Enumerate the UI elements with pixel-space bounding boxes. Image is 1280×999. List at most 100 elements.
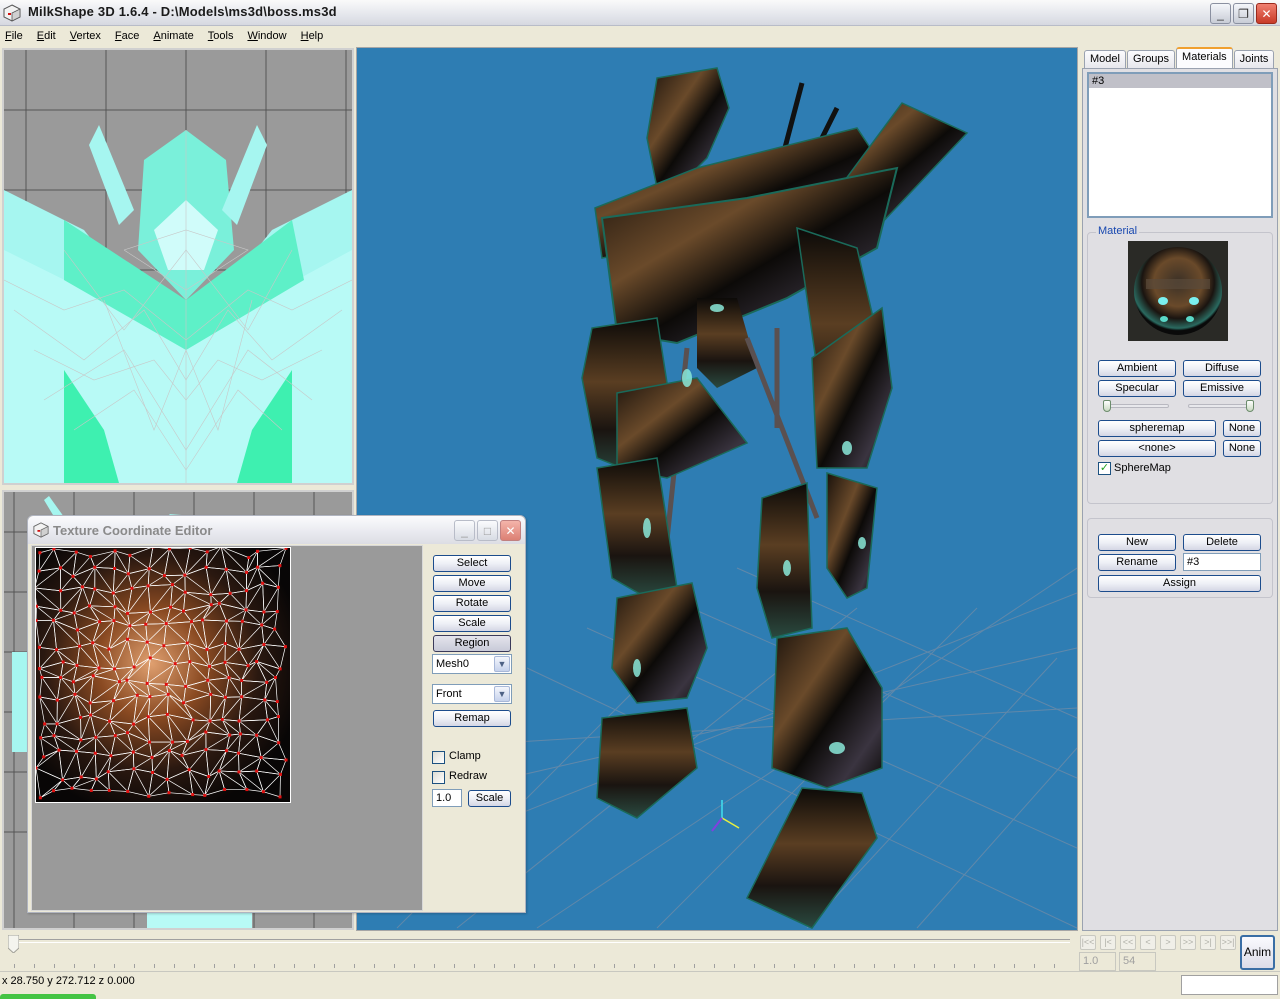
chevron-down-icon[interactable]: ▼: [494, 686, 510, 702]
timeline-tick: [54, 964, 55, 968]
right-panel: Model Groups Materials Joints #3 Materia…: [1080, 47, 1280, 932]
close-button[interactable]: ✕: [1256, 3, 1277, 24]
first-frame-button[interactable]: |<<: [1080, 935, 1096, 950]
remap-button[interactable]: Remap: [433, 710, 511, 727]
timeline-tick: [94, 964, 95, 968]
assign-material-button[interactable]: Assign: [1098, 575, 1261, 592]
chevron-down-icon[interactable]: ▼: [494, 656, 510, 672]
timeline-tick: [854, 964, 855, 968]
transparency-slider-thumb[interactable]: [1246, 400, 1254, 412]
timeline-tick: [74, 964, 75, 968]
specular-button[interactable]: Specular: [1098, 380, 1176, 397]
uv-rotate-button[interactable]: Rotate: [433, 595, 511, 612]
tce-title: Texture Coordinate Editor: [53, 523, 212, 538]
timeline-tick: [1014, 964, 1015, 968]
timeline-tick: [14, 964, 15, 968]
timeline-tick: [574, 964, 575, 968]
menu-help[interactable]: Help: [301, 30, 324, 42]
prev-key-button[interactable]: |<: [1100, 935, 1116, 950]
scale-value-input[interactable]: 1.0: [432, 789, 462, 807]
tab-joints[interactable]: Joints: [1234, 50, 1275, 69]
redraw-checkbox[interactable]: [432, 771, 445, 784]
material-preview-sphere: [1128, 241, 1228, 341]
timeline-tick: [314, 964, 315, 968]
spheremap-checkbox[interactable]: ✓: [1098, 462, 1111, 475]
new-material-button[interactable]: New: [1098, 534, 1176, 551]
delete-material-button[interactable]: Delete: [1183, 534, 1261, 551]
uv-texture-map[interactable]: [35, 547, 291, 803]
current-frame-field[interactable]: 1.0: [1079, 952, 1116, 971]
minimize-icon: _: [461, 524, 468, 538]
restore-icon: ❐: [1238, 7, 1249, 21]
shininess-slider-track[interactable]: [1103, 404, 1169, 408]
axis-gizmo: [712, 800, 739, 831]
menu-animate[interactable]: Animate: [153, 30, 193, 42]
timeline-slider-thumb[interactable]: [8, 935, 19, 953]
alpha-none-button[interactable]: None: [1223, 440, 1261, 457]
animation-timeline: |<< |< << < > >> >| >>| 1.0 54 Anim: [0, 931, 1280, 971]
material-group-label: Material: [1096, 225, 1139, 237]
window-title: MilkShape 3D 1.6.4 - D:\Models\ms3d\boss…: [28, 4, 337, 19]
menu-vertex[interactable]: Vertex: [70, 30, 101, 42]
menu-face[interactable]: Face: [115, 30, 139, 42]
tab-model[interactable]: Model: [1084, 50, 1126, 69]
next-key-button[interactable]: >|: [1200, 935, 1216, 950]
taskbar-start-edge: [0, 994, 96, 999]
tce-title-bar[interactable]: Texture Coordinate Editor _ □ ✕: [28, 516, 525, 544]
materials-tab-page: #3 Material: [1082, 68, 1278, 931]
fast-forward-button[interactable]: >>: [1180, 935, 1196, 950]
total-frames-field[interactable]: 54: [1119, 952, 1156, 971]
restore-button[interactable]: ❐: [1233, 3, 1254, 24]
anim-mode-button[interactable]: Anim: [1240, 935, 1275, 970]
cursor-coordinates: x 28.750 y 272.712 z 0.000: [2, 975, 135, 987]
milkshape-cube-icon[interactable]: [3, 4, 21, 22]
timeline-slider-track[interactable]: [8, 939, 1070, 943]
uv-select-button[interactable]: Select: [433, 555, 511, 572]
emissive-button[interactable]: Emissive: [1183, 380, 1261, 397]
last-frame-button[interactable]: >>|: [1220, 935, 1236, 950]
shininess-slider-thumb[interactable]: [1103, 400, 1111, 412]
uv-region-button[interactable]: Region: [433, 635, 511, 652]
tab-materials[interactable]: Materials: [1176, 47, 1233, 69]
prev-frame-button[interactable]: <: [1140, 935, 1156, 950]
tce-close-button[interactable]: ✕: [500, 520, 521, 541]
uv-move-button[interactable]: Move: [433, 575, 511, 592]
next-frame-button[interactable]: >: [1160, 935, 1176, 950]
ambient-button[interactable]: Ambient: [1098, 360, 1176, 377]
tce-minimize-button[interactable]: _: [454, 520, 475, 541]
mesh-dropdown[interactable]: Mesh0 ▼: [432, 654, 512, 674]
scale-apply-button[interactable]: Scale: [468, 790, 511, 807]
rename-material-button[interactable]: Rename: [1098, 554, 1176, 571]
material-name-input[interactable]: #3: [1183, 553, 1261, 571]
timeline-tick: [774, 964, 775, 968]
uv-scale-button[interactable]: Scale: [433, 615, 511, 632]
timeline-tick: [914, 964, 915, 968]
menu-window[interactable]: Window: [247, 30, 286, 42]
uv-canvas[interactable]: [31, 545, 423, 911]
diffuse-button[interactable]: Diffuse: [1183, 360, 1261, 377]
minimize-button[interactable]: _: [1210, 3, 1231, 24]
transparency-slider-track[interactable]: [1188, 404, 1254, 408]
tce-maximize-button[interactable]: □: [477, 520, 498, 541]
menu-edit[interactable]: Edit: [37, 30, 56, 42]
clamp-checkbox[interactable]: [432, 751, 445, 764]
material-list-item[interactable]: #3: [1089, 74, 1271, 88]
timeline-tick: [954, 964, 955, 968]
timeline-tick: [614, 964, 615, 968]
texture-map-button[interactable]: spheremap: [1098, 420, 1216, 437]
timeline-tick: [354, 964, 355, 968]
materials-list[interactable]: #3: [1087, 72, 1273, 218]
tab-groups[interactable]: Groups: [1127, 50, 1175, 69]
timeline-tick: [474, 964, 475, 968]
menu-file[interactable]: File: [5, 30, 23, 42]
checkmark-icon: ✓: [1100, 462, 1109, 474]
timeline-tick: [514, 964, 515, 968]
menu-tools[interactable]: Tools: [208, 30, 234, 42]
milkshape-cube-icon: [33, 522, 49, 538]
alpha-map-button[interactable]: <none>: [1098, 440, 1216, 457]
rewind-button[interactable]: <<: [1120, 935, 1136, 950]
projection-dropdown[interactable]: Front ▼: [432, 684, 512, 704]
texture-none-button[interactable]: None: [1223, 420, 1261, 437]
timeline-tick: [894, 964, 895, 968]
front-wireframe-view[interactable]: [2, 48, 354, 485]
